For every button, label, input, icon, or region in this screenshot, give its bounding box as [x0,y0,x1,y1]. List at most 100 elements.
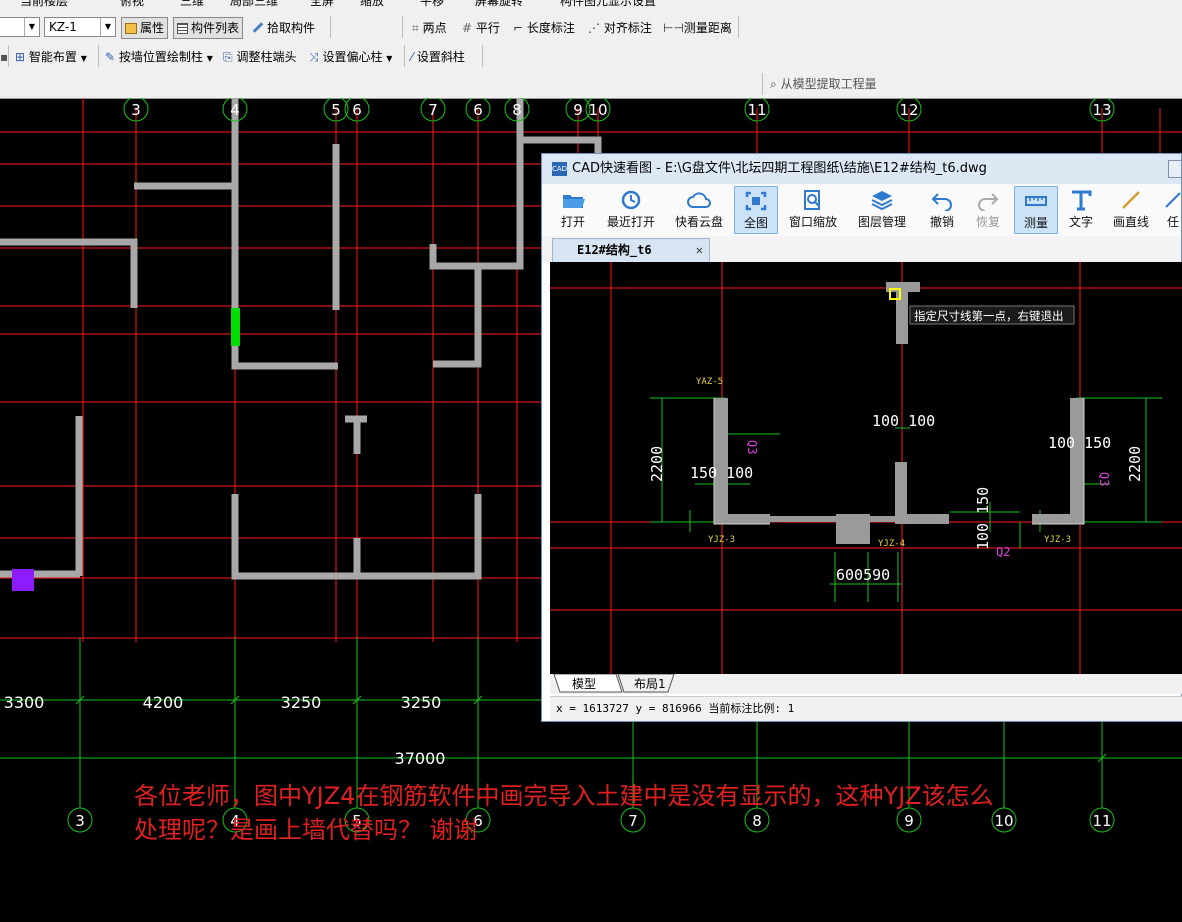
text-icon [1072,190,1092,211]
axis-label: 9 [573,101,583,119]
redo-button[interactable]: 恢复 [968,186,1008,234]
layers-icon [871,191,893,211]
axis-label: 8 [512,101,522,119]
ribbon-label: 全图 [743,216,768,230]
list-button[interactable]: 构件列表 [173,17,244,39]
axis-label: 10 [994,812,1013,830]
parallel-icon: # [462,21,473,35]
minimize-button[interactable] [1168,160,1181,178]
smart-layout-label: 智能布置 [28,50,77,64]
attr-button[interactable]: 属性 [121,17,169,39]
smart-layout-button[interactable]: ⊞ 智能布置 ▼ [15,48,87,68]
extract-quantity-label: 从模型提取工程量 [780,77,877,91]
toolbar-item[interactable]: 构件图元显示设置 [560,0,656,10]
parallel-button[interactable]: # 平行 [462,19,500,37]
toolbar-row-1: ▼ KZ-1 ▼ 属性 构件列表 拾取构件 ⌗ 两点 # 平行 ⌐ 长度标注 ⋰… [0,12,1182,43]
model-tab[interactable]: 模型 [572,675,596,692]
ribbon-label: 打开 [560,215,585,229]
ribbon-label: 图层管理 [857,215,906,229]
recent-open-button[interactable]: 最近打开 [602,186,660,234]
more-button[interactable]: 任 [1162,186,1182,234]
undo-button[interactable]: 撤销 [922,186,962,234]
toolbar-item[interactable]: 当前楼层 [20,0,68,10]
measure-button[interactable]: 测量 [1014,186,1058,234]
separator [98,45,99,67]
length-dim-button[interactable]: ⌐ 长度标注 [513,19,575,37]
separator [330,16,331,38]
status-text: x = 1613727 y = 816966 当前标注比例: 1 [556,702,795,715]
component-select[interactable]: KZ-1 ▼ [44,17,116,37]
toolbar-item[interactable]: 缩放 [360,0,384,10]
document-tabstrip: E12#结构_t6 ✕ [542,236,1181,262]
draw-by-wall-button[interactable]: ✎ 按墙位置绘制柱 ▼ [105,48,213,68]
zoom-window-button[interactable]: 窗口缩放 [784,186,842,234]
ribbon-label: 快看云盘 [674,215,723,229]
axis-bubble: 6 [465,98,491,122]
draw-wall-icon: ✎ [105,50,116,64]
measure-distance-button[interactable]: ⊢⊣测量距离 [663,19,732,37]
axis-label: 13 [1092,101,1111,119]
ribbon-label: 最近打开 [606,215,655,229]
set-slant-column-button[interactable]: ⁄ 设置斜柱 [411,48,465,66]
viewer-ribbon: 打开 最近打开 快看云盘 全图 窗口缩放 图层管理 撤销 恢复 测量 文字 画直… [542,184,1181,237]
dimension-text: 3300 [4,693,45,712]
layer-select[interactable]: ▼ [0,17,40,37]
fit-all-button[interactable]: 全图 [734,186,778,234]
text-button[interactable]: 文字 [1064,186,1098,234]
cloud-button[interactable]: 快看云盘 [670,186,728,234]
toolbar-item[interactable]: 三维 [180,0,204,10]
set-offset-column-button[interactable]: ⤨ 设置偏心柱 ▼ [309,48,392,68]
offset-column-icon: ⤨ [309,50,319,64]
measure-distance-label: 测量距离 [683,21,732,35]
dimension-text: 4200 [143,693,184,712]
axis-bubble: 11 [744,98,770,122]
extract-quantity-button[interactable]: ⌕ 从模型提取工程量 [770,75,877,93]
axis-label: 12 [899,101,918,119]
axis-label: 10 [588,101,607,119]
align-dim-button[interactable]: ⋰ 对齐标注 [588,19,652,37]
toolbar-item[interactable]: 俯视 [120,0,144,10]
toolbar-item[interactable]: 屏幕旋转 [475,0,523,10]
cad-viewer-window[interactable]: CAD CAD快速看图 - E:\G盘文件\北坛四期工程图纸\结施\E12#结构… [541,153,1182,722]
ribbon-label: 窗口缩放 [788,215,837,229]
label-q3-right: Q3 [1097,472,1111,486]
chevron-down-icon[interactable]: ▼ [100,18,115,36]
grid-icon: ▪ [0,50,9,64]
tooltip-text: 指定尺寸线第一点，右键退出 [914,309,1064,323]
toolbar-item[interactable]: 全屏 [310,0,334,10]
ribbon-label: 文字 [1068,215,1093,229]
toolbar-item[interactable]: 局部三维 [230,0,278,10]
folder-open-icon [563,195,585,208]
annotation-line-2: 处理呢？是画上墙代替吗？ 谢谢 [134,816,478,844]
axis-bubble: 10 [991,807,1017,833]
open-button[interactable]: 打开 [550,186,596,234]
viewer-drawing-area[interactable]: 指定尺寸线第一点，右键退出 YAZ-5 YJZ-3 YJZ-4 YJZ-3 Q3… [550,262,1182,674]
dim-100-100: 100 100 [872,412,935,430]
draw-line-button[interactable]: 画直线 [1108,186,1154,234]
recent-icon [621,190,641,210]
window-titlebar[interactable]: CAD CAD快速看图 - E:\G盘文件\北坛四期工程图纸\结施\E12#结构… [542,154,1181,184]
two-point-icon: ⌗ [412,21,419,35]
toolbar-item[interactable]: 平移 [420,0,444,10]
axis-bubble: 10 [585,98,611,122]
ruler-icon: ⊢⊣ [663,21,684,35]
chevron-down-icon: ▼ [206,54,213,63]
layout1-tab[interactable]: 布局1 [634,675,666,692]
chevron-down-icon: ▼ [80,54,87,63]
document-tab[interactable]: E12#结构_t6 ✕ [552,238,710,262]
cut-icon-button[interactable]: ▪ [0,48,8,66]
axis-bubble: 8 [504,98,530,122]
separator [404,45,405,67]
column-purple[interactable] [12,569,34,591]
attr-icon [125,23,137,34]
selected-column-green[interactable] [231,308,240,346]
axis-bubble: 13 [1089,98,1115,122]
pick-component-button[interactable]: 拾取构件 [252,19,315,37]
close-icon[interactable]: ✕ [696,239,703,262]
label-yjz3-left: YJZ-3 [708,535,735,545]
two-point-button[interactable]: ⌗ 两点 [412,19,447,37]
layer-manager-button[interactable]: 图层管理 [852,186,912,234]
adjust-column-end-button[interactable]: ⎘ 调整柱端头 [223,48,296,66]
chevron-down-icon[interactable]: ▼ [24,18,39,36]
adjust-column-end-label: 调整柱端头 [236,50,297,64]
